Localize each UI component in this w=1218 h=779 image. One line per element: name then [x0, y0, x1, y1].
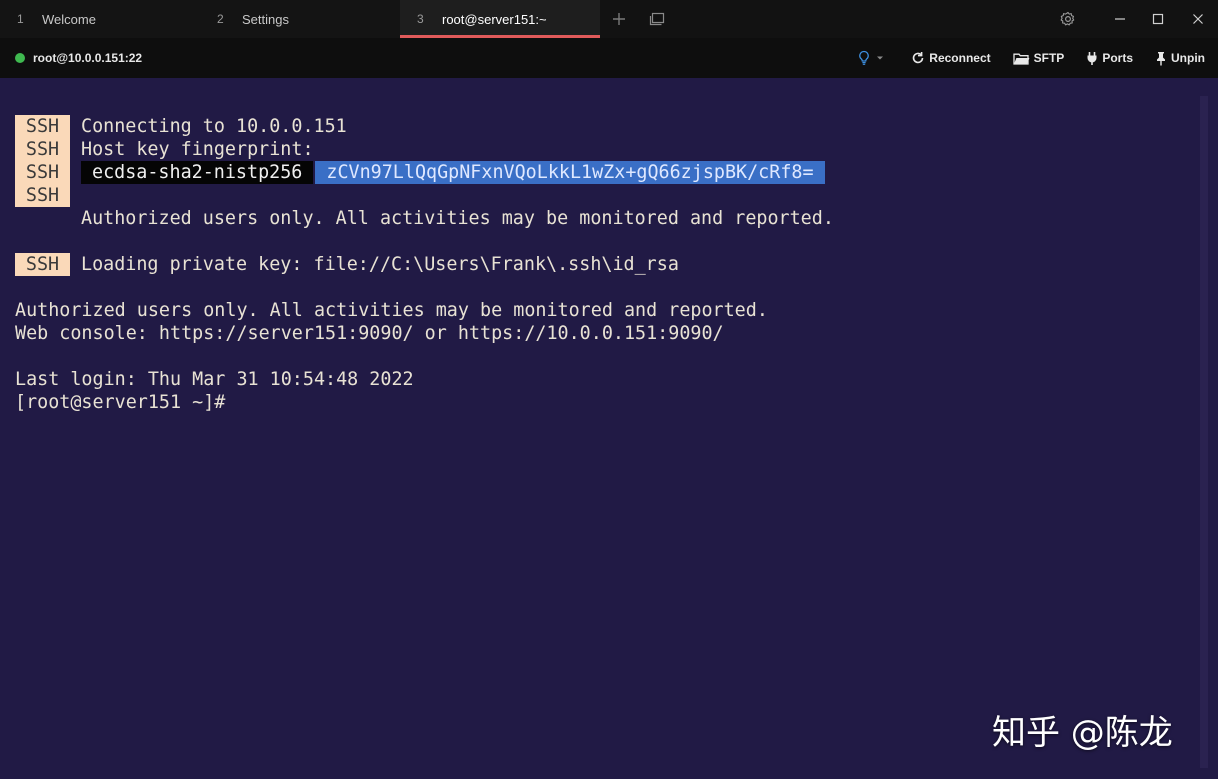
pin-icon	[1157, 51, 1165, 65]
ssh-badge: SSH	[15, 115, 70, 138]
terminal-line: SSH ecdsa-sha2-nistp256 zCVn97LlQqGpNFxnVQ…	[15, 161, 825, 184]
plug-icon	[1087, 51, 1097, 65]
green-dot	[15, 53, 25, 63]
tab-settings[interactable]: 2 Settings	[200, 0, 400, 38]
ssh-badge: SSH	[15, 184, 70, 207]
banner-text: Authorized users only. All activities ma…	[15, 300, 768, 321]
key-fingerprint-selected[interactable]: zCVn97LlQqGpNFxnVQoLkkL1wZx+gQ66zjspBK/c…	[315, 161, 825, 184]
shell-prompt[interactable]: [root@server151 ~]#	[15, 391, 225, 414]
maximize-icon[interactable]	[1136, 0, 1180, 38]
host-key-text: Host key fingerprint:	[81, 139, 314, 160]
reconnect-button[interactable]: Reconnect	[911, 51, 991, 65]
app-window: 1 Welcome 2 Settings 3 root@server151:~	[0, 0, 1218, 779]
header-actions: Reconnect SFTP Ports Unpin	[858, 38, 1218, 78]
tab-terminal-session[interactable]: 3 root@server151:~	[400, 0, 600, 38]
connecting-text: Connecting to 10.0.0.151	[81, 116, 347, 137]
connection-label: root@10.0.0.151:22	[33, 51, 143, 65]
ssh-badge: SSH	[15, 253, 70, 276]
unpin-label: Unpin	[1171, 51, 1205, 65]
tab-label: Welcome	[42, 11, 96, 27]
last-login-text: Last login: Thu Mar 31 10:54:48 2022	[15, 369, 414, 390]
terminal-line: SSH Connecting to 10.0.0.151	[15, 115, 347, 138]
ports-label: Ports	[1102, 51, 1133, 65]
layers-icon[interactable]	[638, 0, 676, 38]
terminal-output[interactable]: SSH Connecting to 10.0.0.151 SSH Host key …	[0, 78, 1218, 779]
terminal-line: SSH Loading private key: file://C:\Users\…	[15, 253, 679, 276]
tab-label: Settings	[242, 11, 289, 27]
ssh-badge: SSH	[15, 138, 70, 161]
close-icon[interactable]	[1176, 0, 1218, 38]
sftp-label: SFTP	[1033, 51, 1065, 65]
loading-key-text: Loading private key: file://C:\Users\Fra…	[81, 254, 679, 275]
gear-icon[interactable]	[1046, 0, 1090, 38]
connection-status: root@10.0.0.151:22	[15, 51, 142, 65]
sftp-button[interactable]: SFTP	[1012, 51, 1065, 65]
terminal-line: SSH	[15, 184, 70, 207]
lightbulb-icon[interactable]	[858, 50, 885, 66]
scrollbar[interactable]	[1200, 96, 1208, 768]
tab-number: 2	[217, 12, 224, 26]
banner-text: Authorized users only. All activities ma…	[81, 208, 834, 229]
watermark: 知乎 @陈龙	[992, 713, 1173, 753]
chevron-down-icon	[877, 56, 884, 60]
tab-welcome[interactable]: 1 Welcome	[0, 0, 200, 38]
tab-number: 1	[17, 12, 24, 26]
plus-icon[interactable]	[600, 0, 638, 38]
key-type: ecdsa-sha2-nistp256	[81, 161, 314, 184]
folder-icon	[1012, 53, 1030, 65]
unpin-button[interactable]: Unpin	[1155, 51, 1205, 66]
session-header: root@10.0.0.151:22 Reconnect SFTP Ports …	[0, 38, 1218, 78]
ssh-badge: SSH	[15, 161, 70, 184]
tab-bar: 1 Welcome 2 Settings 3 root@server151:~	[0, 0, 1218, 38]
terminal-line: SSH Host key fingerprint:	[15, 138, 314, 161]
tab-label: root@server151:~	[442, 11, 547, 27]
ports-button[interactable]: Ports	[1086, 51, 1133, 66]
reconnect-label: Reconnect	[929, 51, 991, 65]
refresh-icon	[912, 52, 924, 64]
tab-number: 3	[417, 12, 424, 26]
web-console-text: Web console: https://server151:9090/ or …	[15, 323, 724, 344]
